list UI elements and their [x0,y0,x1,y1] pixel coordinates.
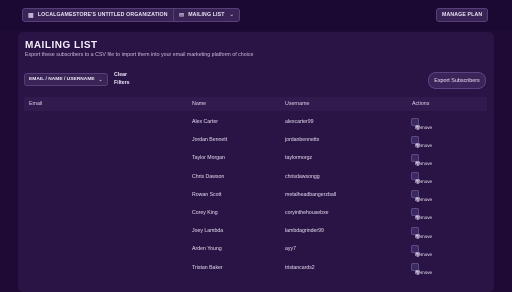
column-header-username[interactable]: Username [285,101,309,107]
section-selector[interactable]: ✉ MAILING LIST ⌄ [173,8,240,22]
remove-button[interactable]: 🗑 Remove [411,263,432,275]
page-subtitle: Export these subscribers to a CSV file t… [25,52,254,58]
export-subscribers-button[interactable]: Export Subscribers [428,72,486,89]
chevron-down-icon: ⌄ [229,12,234,18]
table-row: Tristan Baker tristancards2 🗑 Remove [24,259,487,277]
remove-button[interactable]: 🗑 Remove [411,208,432,220]
cell-name: Jordan Bennett [192,137,228,144]
column-header-email[interactable]: Email [29,101,42,107]
remove-label: Remove [415,251,433,257]
organization-selector[interactable]: ▦ LOCALGAMESTORE'S UNTITLED ORGANIZATION… [22,8,183,22]
page-title: MAILING LIST [25,40,98,51]
organization-name: LOCALGAMESTORE'S UNTITLED ORGANIZATION [37,12,168,18]
table-row: Corey King coryinthehousebxe 🗑 Remove [24,204,487,222]
remove-label: Remove [415,197,433,203]
filter-field-value: EMAIL / NAME / USERNAME [29,77,95,82]
remove-label: Remove [415,160,433,166]
remove-label: Remove [415,179,433,185]
manage-plan-label: MANAGE PLAN [442,12,483,18]
cell-name: Taylor Morgan [192,155,225,162]
table-row: Alex Carter alexcarter99 🗑 Remove [24,113,487,131]
manage-plan-button[interactable]: MANAGE PLAN [436,8,489,22]
chevron-down-icon: ⌄ [98,76,103,82]
remove-button[interactable]: 🗑 Remove [411,226,432,239]
remove-label: Remove [415,233,433,239]
remove-label: Remove [415,142,433,148]
table-row: Taylor Morgan taylormorgz 🗑 Remove [24,149,487,167]
mail-icon: ✉ [179,12,185,19]
table-row: Arden Young ayy7 🗑 Remove [24,240,487,258]
cell-username: taylormorgz [285,155,313,162]
cell-username: metalheadbangerzball [285,191,337,198]
cell-name: Tristan Baker [192,264,223,271]
filter-field-select[interactable]: EMAIL / NAME / USERNAME ⌄ [24,73,108,86]
remove-button[interactable]: 🗑 Remove [411,135,432,148]
column-header-actions: Actions [412,101,430,107]
mailing-list-panel: MAILING LIST Export these subscribers to… [18,32,494,292]
subscriber-rows: Alex Carter alexcarter99 🗑 Remove Jordan Ben… [24,113,487,277]
remove-button[interactable]: 🗑 Remove [411,190,432,202]
cell-name: Corey King [192,209,218,216]
table-row: Joey Lambda lambdagrinder99 🗑 Remove [24,222,487,240]
remove-label: Remove [415,215,433,221]
table-header: Email Name Username Actions [24,97,487,111]
cell-username: jordanbennettx [285,137,320,144]
table-row: Rowan Scott metalheadbangerzball 🗑 Remove [24,186,487,204]
remove-button[interactable]: 🗑 Remove [411,244,432,257]
table-row: Jordan Bennett jordanbennettx 🗑 Remove [24,131,487,149]
remove-button[interactable]: 🗑 Remove [411,117,432,130]
remove-label: Remove [415,270,433,275]
column-header-name[interactable]: Name [192,101,206,107]
remove-button[interactable]: 🗑 Remove [411,153,432,166]
remove-label: Remove [415,124,433,130]
section-name: MAILING LIST [188,12,225,18]
cell-name: Arden Young [192,246,222,253]
cell-name: Chris Dawson [192,173,225,180]
clear-filters-button[interactable]: Clear Filters [114,72,132,88]
cell-name: Rowan Scott [192,191,222,198]
cell-username: tristancards2 [285,264,315,271]
cell-name: Joey Lambda [192,228,224,235]
cell-username: alexcarter99 [285,119,314,125]
table-row: Chris Dawson chrisdawsongg 🗑 Remove [24,168,487,186]
cell-username: ayy7 [285,246,296,253]
cell-username: coryinthehousebxe [285,209,329,216]
remove-button[interactable]: 🗑 Remove [411,172,432,184]
cell-username: chrisdawsongg [285,173,320,180]
top-bar: ▦ LOCALGAMESTORE'S UNTITLED ORGANIZATION… [0,0,512,30]
cell-username: lambdagrinder99 [285,228,324,235]
building-icon: ▦ [28,12,34,19]
cell-name: Alex Carter [192,119,218,125]
